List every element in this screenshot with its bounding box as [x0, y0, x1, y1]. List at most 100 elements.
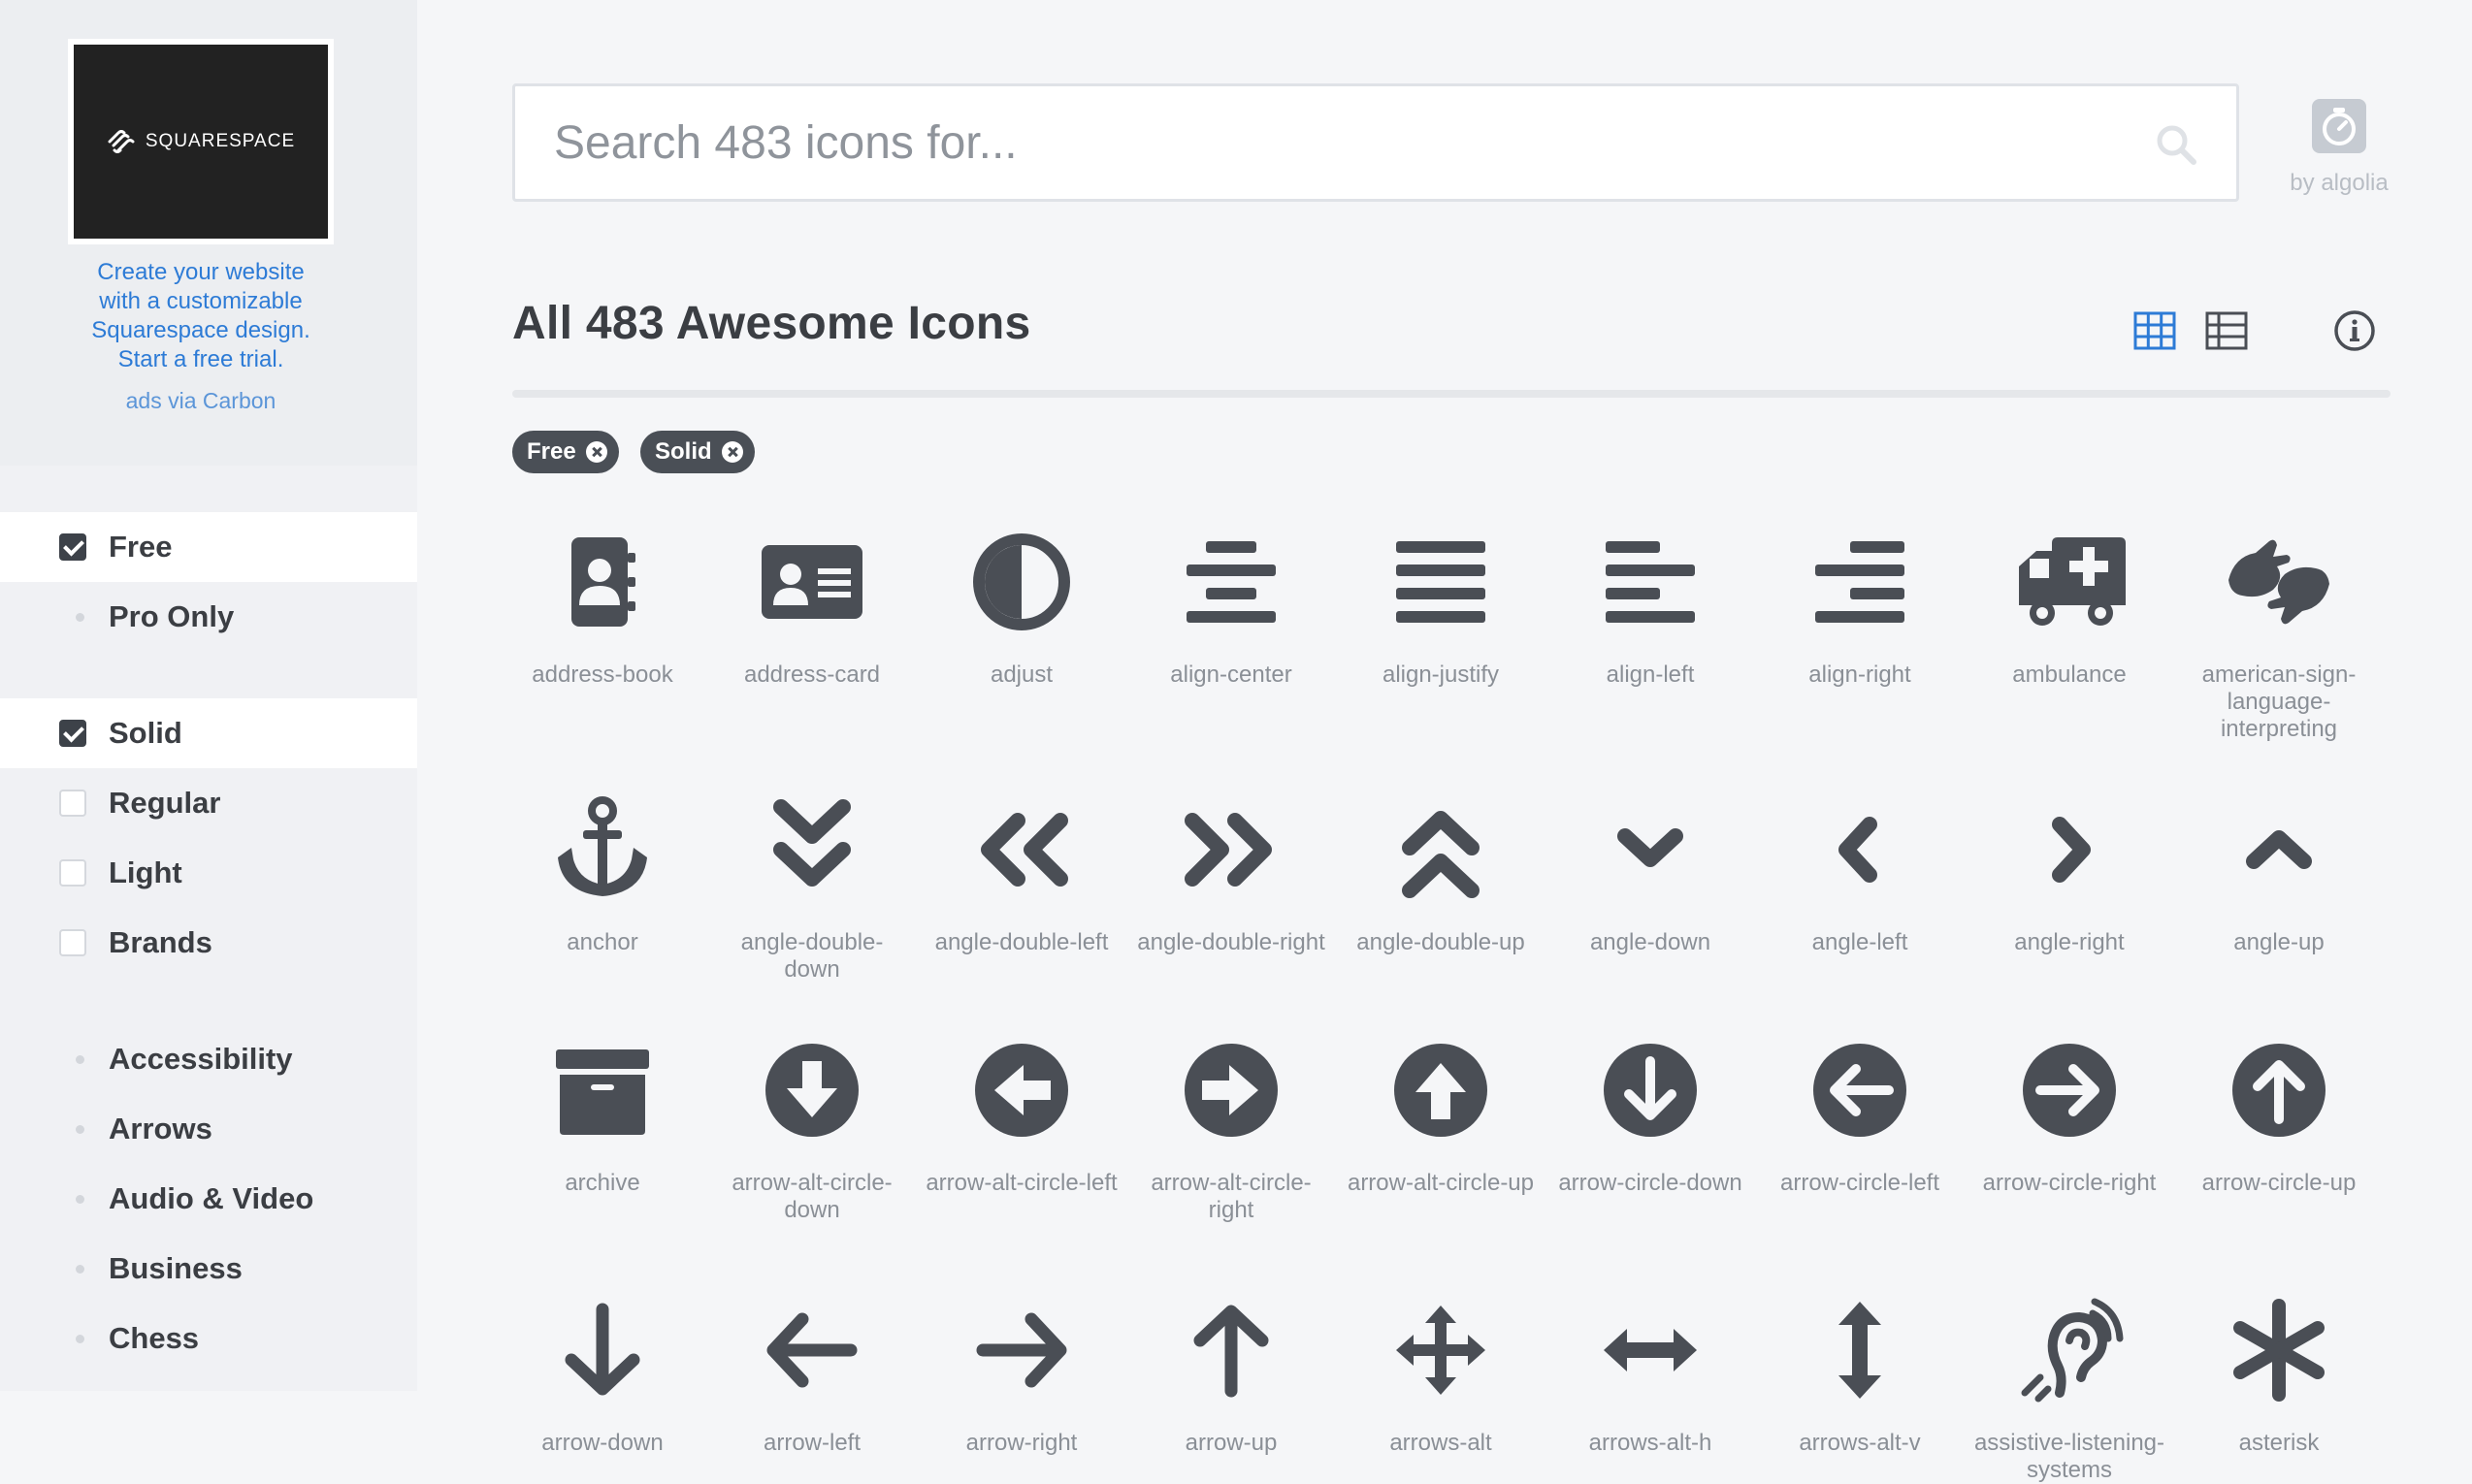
icon-tile-arrows-alt-h[interactable]: arrows-alt-h [1548, 1292, 1752, 1457]
icon-tile-arrow-circle-right[interactable]: arrow-circle-right [1968, 1032, 2171, 1197]
align-center-icon [1187, 541, 1276, 623]
filter-regular[interactable]: Regular [0, 768, 417, 838]
arrow-alt-circle-up-icon [1394, 1044, 1487, 1137]
filter-free[interactable]: Free [0, 512, 417, 582]
icon-tile-arrow-alt-circle-right[interactable]: arrow-alt-circle-right [1129, 1032, 1333, 1224]
icon-tile-angle-double-right[interactable]: angle-double-right [1129, 791, 1333, 956]
grid-view-icon[interactable] [2132, 308, 2177, 353]
icon-tile-adjust[interactable]: adjust [920, 524, 1123, 689]
arrow-circle-right-icon [2023, 1044, 2116, 1137]
filter-label: Free [109, 530, 173, 564]
icon-label: anchor [567, 929, 638, 955]
icon-label: address-book [532, 661, 673, 688]
icon-tile-arrow-right[interactable]: arrow-right [920, 1292, 1123, 1457]
icon-tile-align-right[interactable]: align-right [1758, 524, 1962, 689]
icon-tile-align-center[interactable]: align-center [1129, 524, 1333, 689]
arrow-up-icon [1193, 1305, 1269, 1398]
list-view-icon[interactable] [2204, 308, 2249, 353]
angle-left-icon [1838, 817, 1877, 883]
tag-label: Solid [655, 438, 712, 465]
address-card-icon [762, 545, 862, 619]
icon-tile-address-card[interactable]: address-card [710, 524, 914, 689]
ad-image[interactable]: SQUARESPACE [68, 39, 334, 244]
filter-solid[interactable]: Solid [0, 698, 417, 768]
icon-label: arrow-alt-circle-left [926, 1170, 1118, 1196]
icon-tile-address-book[interactable]: address-book [501, 524, 704, 689]
checkbox-icon[interactable] [59, 859, 86, 887]
icon-tile-angle-double-up[interactable]: angle-double-up [1339, 791, 1543, 956]
search-input[interactable] [554, 86, 2106, 199]
remove-tag-icon[interactable] [585, 441, 607, 463]
icon-label: arrows-alt-v [1799, 1430, 1921, 1456]
icon-tile-angle-left[interactable]: angle-left [1758, 791, 1962, 956]
category-business[interactable]: Business [0, 1234, 417, 1304]
icon-tile-arrow-alt-circle-left[interactable]: arrow-alt-circle-left [920, 1032, 1123, 1197]
category-accessibility[interactable]: Accessibility [0, 1024, 417, 1094]
icon-tile-arrow-down[interactable]: arrow-down [501, 1292, 704, 1457]
icon-label: arrow-circle-up [2201, 1170, 2357, 1196]
anchor-icon [558, 796, 647, 896]
icon-tile-angle-right[interactable]: angle-right [1968, 791, 2171, 956]
filter-label: Brands [109, 925, 212, 959]
ad-copy[interactable]: Create your website with a customizable … [58, 258, 343, 374]
category-chess[interactable]: Chess [0, 1304, 417, 1373]
icon-label: angle-double-left [934, 929, 1109, 955]
icon-label: arrow-down [541, 1430, 664, 1456]
ad-line: Create your website [97, 259, 305, 285]
icon-tile-arrows-alt-v[interactable]: arrows-alt-v [1758, 1292, 1962, 1457]
icon-label: angle-right [2014, 929, 2125, 955]
category-audio-video[interactable]: Audio & Video [0, 1164, 417, 1234]
info-icon[interactable] [2332, 308, 2377, 353]
squarespace-logo-icon [108, 130, 135, 153]
icon-tile-asterisk[interactable]: asterisk [2177, 1292, 2381, 1457]
icon-label: angle-down [1589, 929, 1711, 955]
remove-tag-icon[interactable] [721, 441, 743, 463]
checkbox-icon[interactable] [59, 790, 86, 817]
icon-tile-american-sign-language-interpreting[interactable]: american-sign-language-interpreting [2177, 524, 2381, 743]
icon-tile-arrow-up[interactable]: arrow-up [1129, 1292, 1333, 1457]
icon-tile-arrow-circle-left[interactable]: arrow-circle-left [1758, 1032, 1962, 1197]
checkbox-checked-icon[interactable] [59, 533, 86, 561]
icon-tile-anchor[interactable]: anchor [501, 791, 704, 956]
icon-tile-ambulance[interactable]: ambulance [1968, 524, 2171, 689]
icon-tile-angle-double-down[interactable]: angle-double-down [710, 791, 914, 984]
arrow-left-icon [766, 1312, 858, 1388]
active-tag-solid[interactable]: Solid [640, 431, 755, 473]
category-arrows[interactable]: Arrows [0, 1094, 417, 1164]
arrow-alt-circle-right-icon [1185, 1044, 1278, 1137]
icon-tile-arrows-alt[interactable]: arrows-alt [1339, 1292, 1543, 1457]
search-icon[interactable] [2155, 123, 2197, 166]
icon-tile-angle-up[interactable]: angle-up [2177, 791, 2381, 956]
bullet-icon [76, 1264, 84, 1274]
icon-tile-arrow-circle-down[interactable]: arrow-circle-down [1548, 1032, 1752, 1197]
filter-light[interactable]: Light [0, 838, 417, 908]
icon-label: angle-left [1811, 929, 1908, 955]
icon-label: arrow-right [965, 1430, 1078, 1456]
header-divider [512, 390, 2391, 398]
active-tag-free[interactable]: Free [512, 431, 619, 473]
arrow-down-icon [565, 1303, 640, 1396]
icon-tile-arrow-alt-circle-down[interactable]: arrow-alt-circle-down [710, 1032, 914, 1224]
icon-tile-arrow-alt-circle-up[interactable]: arrow-alt-circle-up [1339, 1032, 1543, 1197]
adjust-icon [973, 533, 1070, 630]
checkbox-icon[interactable] [59, 929, 86, 956]
icon-tile-angle-down[interactable]: angle-down [1548, 791, 1752, 956]
checkbox-checked-icon[interactable] [59, 720, 86, 747]
icon-tile-arrow-left[interactable]: arrow-left [710, 1292, 914, 1457]
bullet-icon [76, 1194, 84, 1204]
ads-via-carbon-link[interactable]: ads via Carbon [58, 388, 343, 414]
icon-tile-arrow-circle-up[interactable]: arrow-circle-up [2177, 1032, 2381, 1197]
algolia-badge[interactable]: by algolia [2286, 99, 2392, 197]
filter-brands[interactable]: Brands [0, 908, 417, 978]
category-label: Chess [109, 1321, 200, 1355]
bullet-icon [76, 612, 84, 622]
icon-tile-assistive-listening-systems[interactable]: assistive-listening-systems [1968, 1292, 2171, 1484]
algolia-logo-icon [2312, 99, 2366, 153]
icon-tile-align-left[interactable]: align-left [1548, 524, 1752, 689]
sidebar: SQUARESPACE Create your website with a c… [0, 0, 417, 1391]
page-title: All 483 Awesome Icons [512, 298, 1031, 349]
filter-pro-only[interactable]: Pro Only [0, 582, 417, 652]
icon-tile-archive[interactable]: archive [501, 1032, 704, 1197]
icon-tile-angle-double-left[interactable]: angle-double-left [920, 791, 1123, 956]
icon-tile-align-justify[interactable]: align-justify [1339, 524, 1543, 689]
